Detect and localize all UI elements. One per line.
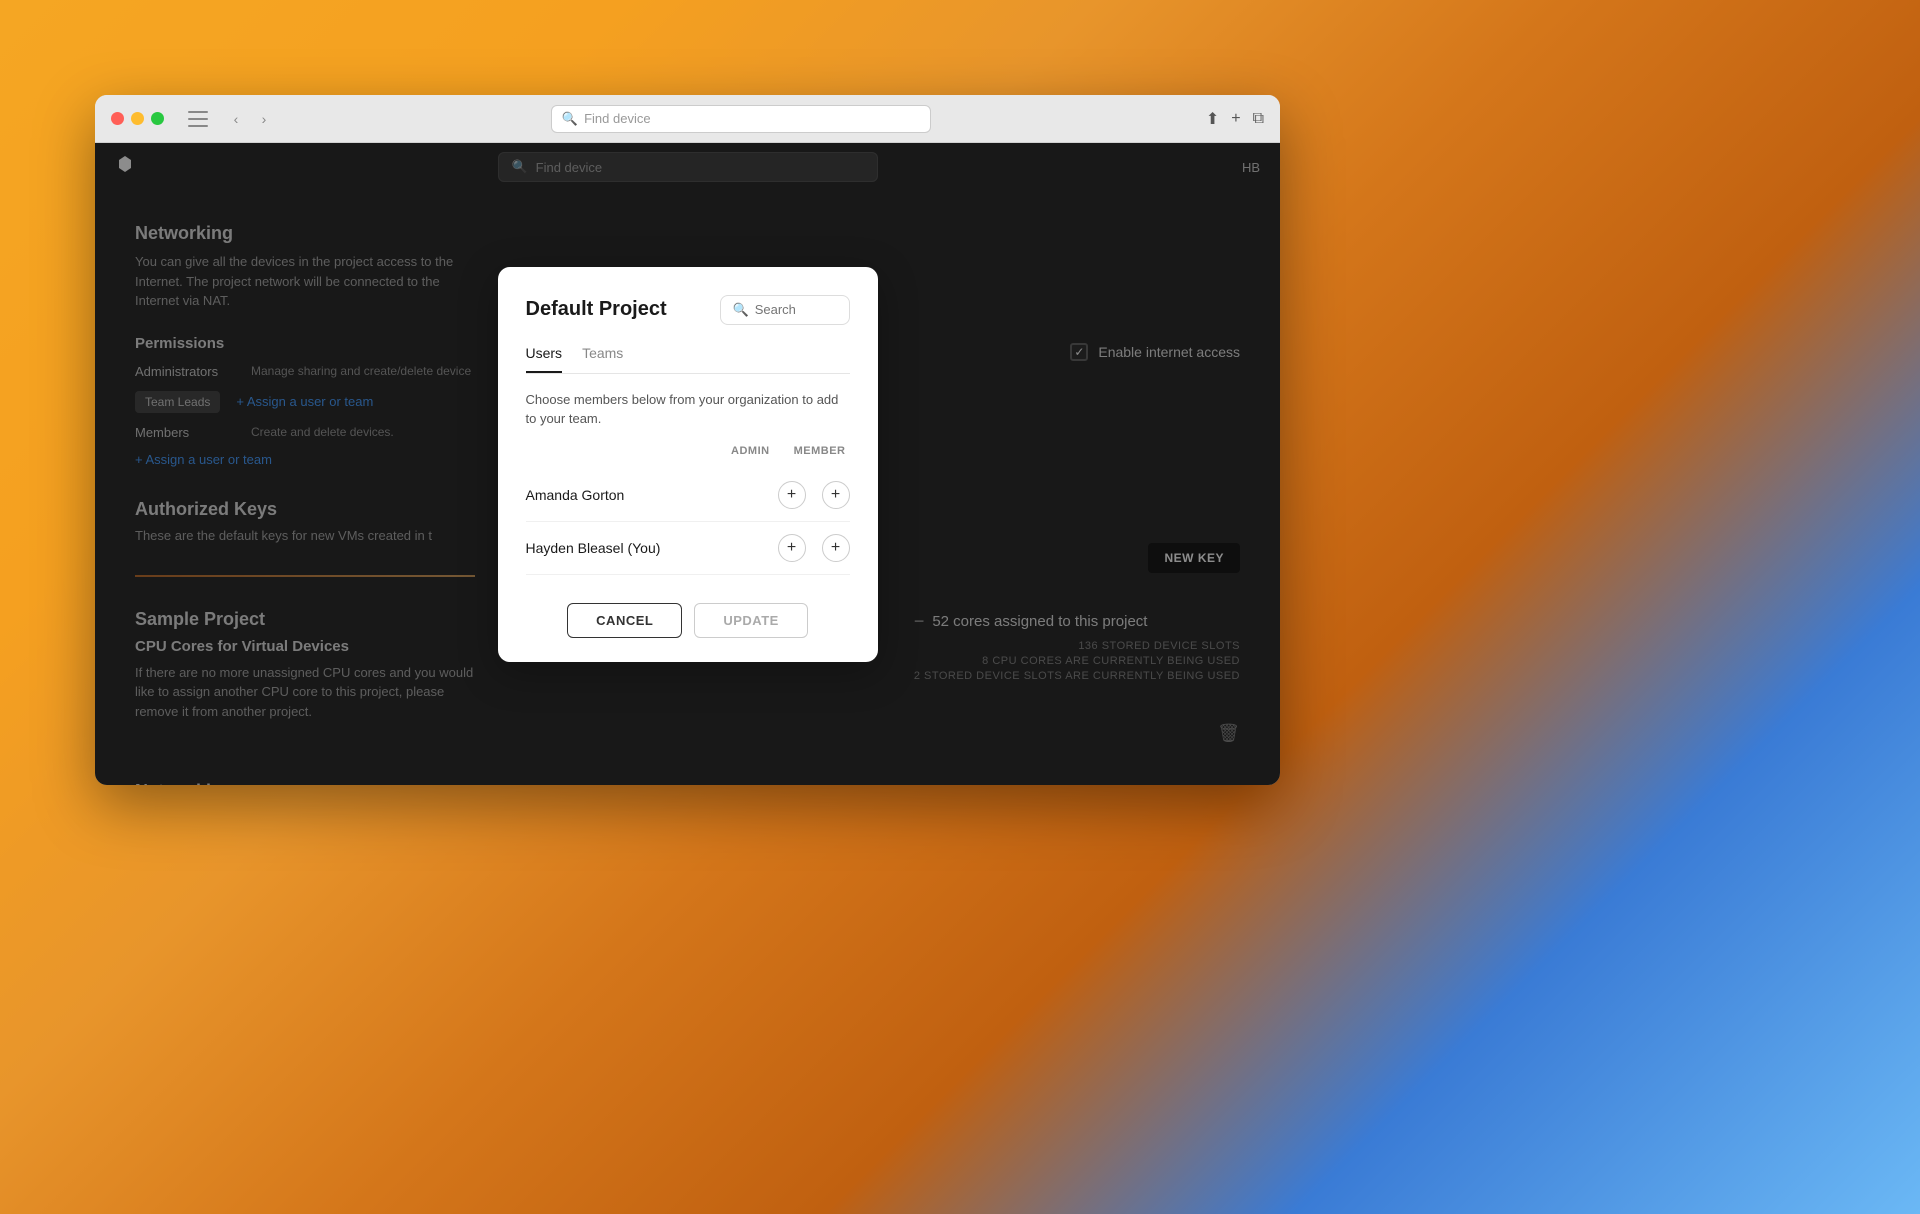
member-admin-add-btn-1[interactable]: +	[778, 481, 806, 509]
member-name-2: Hayden Bleasel (You)	[526, 540, 661, 556]
members-table: ADMIN MEMBER Amanda Gorton + + Hayden Bl…	[526, 445, 850, 575]
nav-arrows: ‹ ›	[224, 107, 276, 131]
minimize-button[interactable]	[131, 112, 144, 125]
col-member-header: MEMBER	[794, 445, 846, 457]
find-device-input[interactable]: 🔍 Find device	[551, 105, 931, 133]
share-icon[interactable]: ⬆	[1206, 109, 1219, 129]
maximize-button[interactable]	[151, 112, 164, 125]
col-admin-header: ADMIN	[731, 445, 770, 457]
sidebar-toggle[interactable]	[188, 111, 208, 127]
address-bar: 🔍 Find device	[288, 105, 1194, 133]
browser-actions: ⬆ + ⧉	[1206, 109, 1264, 129]
modal-search-icon: 🔍	[733, 302, 749, 318]
modal-search-input[interactable]	[755, 302, 835, 317]
member-actions-2: + +	[778, 534, 850, 562]
search-icon: 🔍	[562, 111, 578, 127]
update-button[interactable]: UPDATE	[694, 603, 807, 638]
modal-description: Choose members below from your organizat…	[526, 390, 850, 429]
modal-search-container: 🔍	[720, 295, 850, 325]
close-button[interactable]	[111, 112, 124, 125]
members-header: ADMIN MEMBER	[526, 445, 850, 457]
member-member-add-btn-1[interactable]: +	[822, 481, 850, 509]
tab-users[interactable]: Users	[526, 345, 563, 373]
modal-overlay: Default Project 🔍 Users Teams Choose mem…	[95, 143, 1280, 785]
tabs-icon[interactable]: ⧉	[1253, 110, 1264, 128]
browser-titlebar: ‹ › 🔍 Find device ⬆ + ⧉	[95, 95, 1280, 143]
table-row: Amanda Gorton + +	[526, 469, 850, 522]
app-content: 🔍 Find device HB Networking You can give…	[95, 143, 1280, 785]
new-tab-icon[interactable]: +	[1231, 110, 1240, 128]
find-device-placeholder: Find device	[584, 111, 650, 126]
traffic-lights	[111, 112, 164, 125]
member-name-1: Amanda Gorton	[526, 487, 625, 503]
modal-title: Default Project	[526, 298, 667, 321]
back-button[interactable]: ‹	[224, 107, 248, 131]
modal-footer: CANCEL UPDATE	[526, 603, 850, 638]
cancel-button[interactable]: CANCEL	[567, 603, 682, 638]
modal-tabs: Users Teams	[526, 345, 850, 374]
forward-button[interactable]: ›	[252, 107, 276, 131]
table-row: Hayden Bleasel (You) + +	[526, 522, 850, 575]
modal-header: Default Project 🔍	[526, 295, 850, 325]
member-admin-add-btn-2[interactable]: +	[778, 534, 806, 562]
member-member-add-btn-2[interactable]: +	[822, 534, 850, 562]
member-actions-1: + +	[778, 481, 850, 509]
browser-window: ‹ › 🔍 Find device ⬆ + ⧉ 🔍	[95, 95, 1280, 785]
modal-dialog: Default Project 🔍 Users Teams Choose mem…	[498, 267, 878, 662]
tab-teams[interactable]: Teams	[582, 345, 623, 373]
